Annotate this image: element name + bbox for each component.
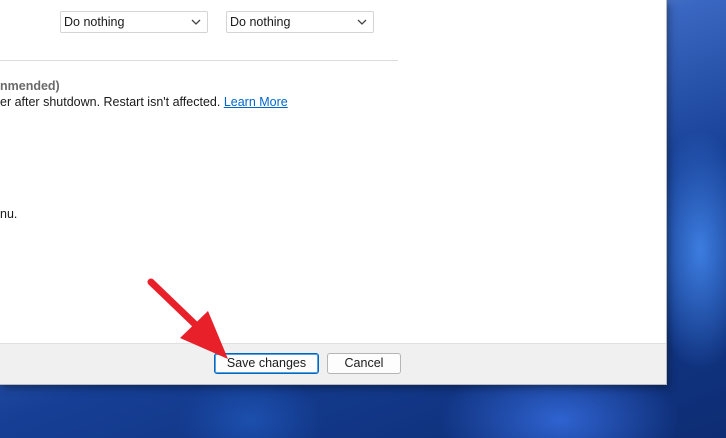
select-value: Do nothing (64, 15, 125, 29)
menu-option-description: nu. (0, 207, 18, 221)
power-options-window: Do nothing Do nothing nmended) er after … (0, 0, 667, 385)
cancel-button[interactable]: Cancel (327, 353, 401, 374)
section-divider (0, 60, 398, 61)
chevron-down-icon (191, 19, 201, 25)
fast-startup-description-text: er after shutdown. Restart isn't affecte… (0, 95, 221, 109)
lid-action-plugged-in-select[interactable]: Do nothing (226, 11, 374, 33)
fast-startup-description: er after shutdown. Restart isn't affecte… (0, 95, 288, 109)
learn-more-link[interactable]: Learn More (224, 95, 288, 109)
select-value: Do nothing (230, 15, 291, 29)
lid-action-on-battery-select[interactable]: Do nothing (60, 11, 208, 33)
save-changes-button[interactable]: Save changes (214, 353, 319, 374)
fast-startup-label: nmended) (0, 79, 60, 93)
chevron-down-icon (357, 19, 367, 25)
